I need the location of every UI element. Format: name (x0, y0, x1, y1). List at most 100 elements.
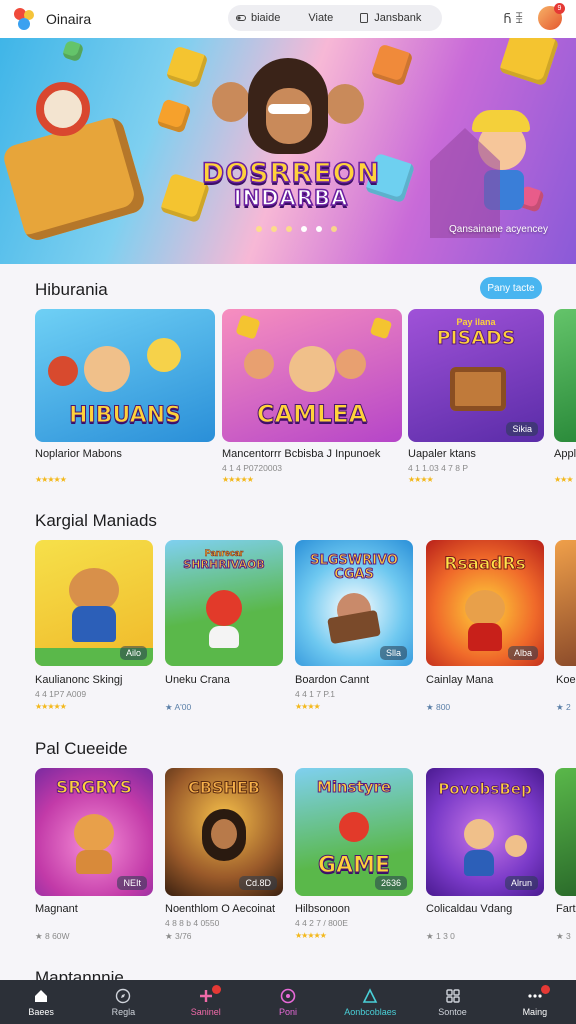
game-name[interactable]: Cainlay Mana (426, 674, 493, 686)
game-name[interactable]: Boardon Cannt (295, 674, 369, 686)
game-name[interactable]: Fartu (556, 903, 576, 915)
rating-text: ★ A'00 (165, 702, 192, 712)
toaster-illustration (0, 114, 148, 244)
card-art-title: PISADS (436, 327, 516, 350)
carousel-dots[interactable] (256, 226, 337, 232)
nav-item-achievements[interactable]: Aonbcoblaes (329, 980, 411, 1024)
compass-icon (116, 988, 131, 1003)
game-name[interactable]: Magnant (35, 903, 78, 915)
nav-label: Maing (522, 1006, 548, 1017)
game-name[interactable]: Appl (554, 448, 576, 460)
character-art (504, 834, 527, 857)
nav-item-points[interactable]: Poni (247, 980, 329, 1024)
nav-item-explore[interactable]: Regla (82, 980, 164, 1024)
character-body (464, 849, 495, 876)
rating-stars: ★★★★★ (35, 475, 67, 484)
game-name[interactable]: Noenthlom O Aecoinat (165, 903, 275, 915)
game-card[interactable]: Minstyre GAME 2636 (295, 768, 413, 896)
game-card[interactable] (554, 309, 576, 442)
game-card[interactable]: SLGSWRIVO CGAS Slla (295, 540, 413, 666)
game-card[interactable]: PovobsBep Alrun (426, 768, 544, 896)
card-art-subtitle: Pay ilana (456, 317, 496, 327)
boy-hat (472, 110, 530, 132)
rating-text: ★ 3 (556, 931, 571, 941)
game-name[interactable]: Noplarior Mabons (35, 448, 122, 460)
game-name[interactable]: Hilbsonoon (295, 903, 350, 915)
notification-badge: 9 (554, 3, 565, 14)
game-card[interactable]: SRGRYS NEIt (35, 768, 153, 896)
kid-character (326, 84, 364, 124)
nav-badge (211, 985, 221, 994)
character-art (335, 348, 366, 379)
search-segment-2[interactable]: Viate (288, 5, 341, 31)
nav-label: Sontoe (438, 1006, 467, 1017)
game-name[interactable]: Colicaldau Vdang (426, 903, 512, 915)
rating-text: ★ 2 (556, 702, 571, 712)
circle-icon (280, 988, 296, 1003)
card-art-title: SLGSWRIVO CGAS (310, 553, 399, 582)
character-face (211, 819, 237, 850)
carousel-dot[interactable] (301, 226, 307, 232)
section-title: Hiburania (35, 280, 108, 299)
game-meta: 4 1 1.03 4 7 8 P (408, 463, 469, 473)
rating-text: ★ 800 (426, 702, 451, 712)
rating-text: ★ 1 3 0 (426, 931, 455, 941)
game-name[interactable]: Koe (556, 674, 576, 686)
carousel-dot[interactable] (286, 226, 292, 232)
character-art (74, 814, 114, 853)
document-icon (360, 13, 369, 23)
nav-item-grid[interactable]: Sontoe (411, 980, 493, 1024)
game-card[interactable]: RsaadRs Alba (426, 540, 544, 666)
play-button[interactable]: Pany tacte (480, 277, 542, 299)
search-segment-3-label: Jansbank (374, 12, 422, 24)
character-art (289, 346, 335, 393)
card-art-title: SRGRYS (55, 778, 132, 799)
search-segment-1[interactable]: biaide (228, 5, 288, 31)
rating-text: ★ 3/76 (165, 931, 192, 941)
rating-stars: ★★★★★ (222, 475, 254, 484)
carousel-dot[interactable] (271, 226, 277, 232)
game-meta: 4 8 8 b 4 0550 (165, 918, 220, 928)
hero-banner[interactable]: DOSRREON INDARBA Qansainane acyencey (0, 38, 576, 264)
game-meta: 4 4 1 7 P.1 (295, 689, 336, 699)
character-body (72, 605, 116, 642)
search-bar[interactable]: biaide Viate Jansbank (228, 5, 442, 31)
nav-item-create[interactable]: Saninel (165, 980, 247, 1024)
search-segment-3[interactable]: Jansbank (341, 5, 429, 31)
game-card[interactable] (555, 540, 576, 666)
nav-item-home[interactable]: Baees (0, 980, 82, 1024)
character-art (84, 346, 130, 393)
card-art-title: CBSHEB (188, 778, 261, 798)
toggle-icon (236, 15, 246, 21)
avatar[interactable]: 9 (538, 3, 565, 30)
triangle-icon (362, 987, 378, 1003)
card-tag: Sikia (506, 422, 538, 436)
home-icon (35, 989, 48, 1002)
nav-item-more[interactable]: Maing (494, 980, 576, 1024)
game-card[interactable]: Ailo (35, 540, 153, 666)
cube-decoration (370, 43, 414, 87)
game-card[interactable]: HIBUANS (35, 309, 215, 442)
cube-decoration (498, 38, 560, 87)
game-name[interactable]: Uneku Crana (165, 674, 230, 686)
app-logo[interactable] (12, 6, 38, 32)
carousel-dot[interactable] (331, 226, 337, 232)
grid-icon (445, 988, 460, 1003)
game-card[interactable]: CAMLEA (222, 309, 402, 442)
game-card[interactable] (555, 768, 576, 896)
character-art (244, 348, 274, 379)
carousel-dot[interactable] (256, 226, 262, 232)
scan-icon[interactable]: Ⴌ ꀨ (504, 10, 524, 26)
rating-text: ★ 8 60W (35, 931, 70, 941)
game-name[interactable]: Uapaler ktans (408, 448, 476, 460)
game-card[interactable]: Pay ilana PISADS Sikia (408, 309, 544, 442)
game-name[interactable]: Kaulianonc Skingj (35, 674, 122, 686)
game-card[interactable]: Panrecar SHRHRIVAOB (165, 540, 283, 666)
carousel-dot[interactable] (316, 226, 322, 232)
game-name[interactable]: Mancentorrr Bcbisba J Inpunoek (222, 448, 380, 460)
game-card[interactable]: CBSHEB Cd.8D (165, 768, 283, 896)
hero-title: DOSRREON INDARBA (196, 159, 386, 210)
card-art-title: HIBUANS (69, 403, 182, 429)
card-art-title: Minstyre (316, 778, 392, 797)
character-body (468, 623, 502, 652)
